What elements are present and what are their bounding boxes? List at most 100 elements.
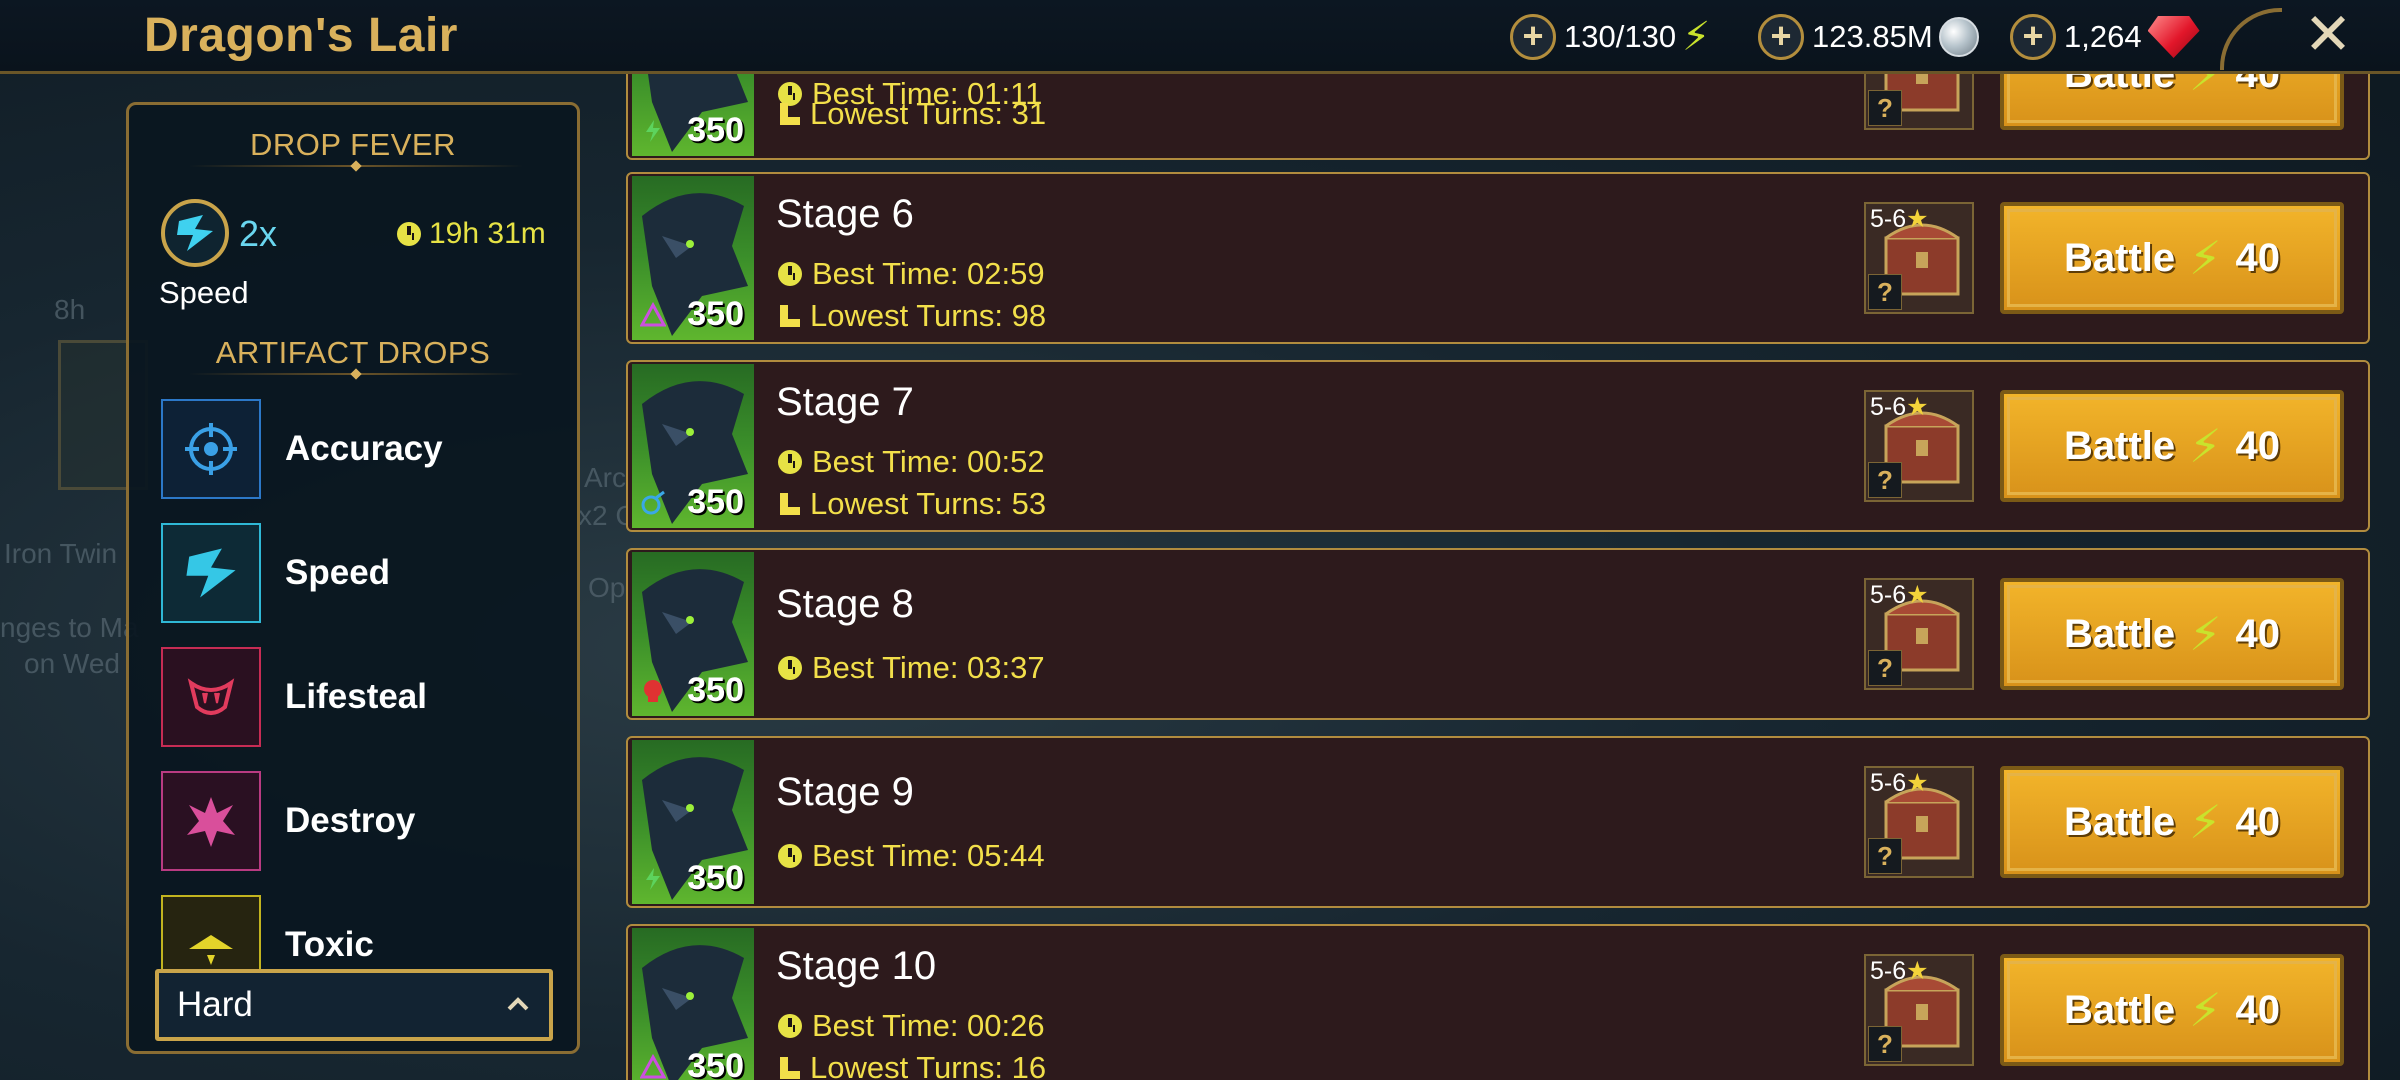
stage-row[interactable]: 350 Stage 6 Best Time: 02:59 Lowest Turn… [626, 172, 2370, 344]
stage-level: 350 [687, 671, 744, 709]
drop-fever-title: DROP FEVER [250, 127, 456, 162]
reward-chest[interactable]: 5-6★ ? [1864, 202, 1974, 314]
battle-button[interactable]: Battle ⚡ 40 [2000, 202, 2344, 314]
best-time-value: Best Time: 00:52 [812, 444, 1045, 479]
energy-value: 130/130 [1564, 19, 1677, 54]
top-bar: Dragon's Lair + 130/130 ⚡ + 123.85M + 1,… [0, 0, 2400, 74]
stage-title: Stage 10 [776, 944, 937, 988]
drop-item-destroy[interactable]: Destroy [161, 765, 561, 889]
energy-counter[interactable]: + 130/130 ⚡ [1510, 12, 1710, 62]
battle-label: Battle [2064, 611, 2176, 656]
stage-title: Stage 9 [776, 770, 914, 814]
unknown-drop-icon: ? [1868, 1026, 1902, 1062]
stage-row[interactable]: 350 Stage 10 Best Time: 00:26 Lowest Tur… [626, 924, 2370, 1080]
silver-counter[interactable]: + 123.85M [1758, 12, 1979, 62]
best-time: Best Time: 02:59 [778, 256, 1045, 292]
dragon-portrait: 350 [632, 928, 754, 1080]
reward-chest[interactable]: 5-6★ ? [1864, 390, 1974, 502]
reward-chest[interactable]: 5-6★ ? [1864, 578, 1974, 690]
reward-chest[interactable]: 5-6★ ? [1864, 954, 1974, 1066]
void-affinity-icon [640, 1054, 666, 1079]
unknown-drop-icon: ? [1868, 838, 1902, 874]
reward-stars: 5-6★ [1870, 769, 1929, 797]
fever-multiplier: 2x [239, 213, 278, 254]
lowest-turns-value: Lowest Turns: 31 [810, 96, 1047, 131]
energy-icon: ⚡ [2189, 984, 2222, 1036]
stage-level: 350 [687, 483, 744, 521]
stage-level: 350 [687, 1047, 744, 1080]
battle-button[interactable]: Battle ⚡ 40 [2000, 766, 2344, 878]
battle-button[interactable]: Battle ⚡ 40 [2000, 954, 2344, 1066]
gems-value: 1,264 [2064, 19, 2142, 54]
battle-label: Battle [2064, 235, 2176, 280]
force-affinity-icon [646, 120, 660, 142]
energy-icon: ⚡ [2189, 796, 2222, 848]
dragon-portrait: 350 [632, 74, 754, 156]
unknown-drop-icon: ? [1868, 462, 1902, 498]
speed-set-icon[interactable] [161, 199, 229, 267]
corner-ornament [2220, 8, 2282, 70]
artifact-drops-title: ARTIFACT DROPS [215, 335, 491, 370]
best-time: Best Time: 03:37 [778, 650, 1045, 686]
reward-stars: 5-6★ [1870, 581, 1929, 609]
drop-item-accuracy[interactable]: Accuracy [161, 393, 561, 517]
clock-icon [778, 262, 802, 286]
difficulty-value: Hard [177, 985, 253, 1024]
clock-icon [778, 450, 802, 474]
energy-icon: ⚡ [2189, 420, 2222, 472]
gems-counter[interactable]: + 1,264 [2010, 12, 2200, 62]
reward-chest[interactable]: 5-6★ ? [1864, 766, 1974, 878]
spirit-affinity-icon [644, 680, 662, 702]
battle-button[interactable]: Battle ⚡ 40 [2000, 74, 2344, 130]
background-location-label: Arc [584, 462, 626, 493]
battle-label: Battle [2064, 987, 2176, 1032]
stage-row[interactable]: 350 Stage 8 Best Time: 03:37 5-6★ ? Batt… [626, 548, 2370, 720]
add-silver-button[interactable]: + [1758, 14, 1804, 60]
reward-chest[interactable]: ? [1864, 74, 1974, 130]
drop-item-lifesteal[interactable]: Lifesteal [161, 641, 561, 765]
info-panel: DROP FEVER 2x 19h 31m Speed ARTIFACT DRO… [126, 102, 580, 1054]
stage-row[interactable]: 350 Stage 7 Best Time: 00:52 Lowest Turn… [626, 360, 2370, 532]
energy-icon: ⚡ [1682, 15, 1711, 59]
drop-label: Speed [285, 553, 391, 592]
silver-coin-icon [1938, 17, 1979, 57]
reward-stars: 5-6★ [1870, 957, 1929, 985]
clock-icon [778, 1014, 802, 1038]
lowest-turns-value: Lowest Turns: 53 [810, 486, 1047, 521]
force-affinity-icon [646, 868, 660, 890]
stage-title: Stage 6 [776, 192, 914, 236]
unknown-drop-icon: ? [1868, 274, 1902, 310]
difficulty-select[interactable]: Hard [155, 969, 553, 1041]
void-affinity-icon [640, 302, 666, 327]
stage-level: 350 [687, 111, 744, 149]
lowest-turns-value: Lowest Turns: 16 [810, 1050, 1047, 1080]
unknown-drop-icon: ? [1868, 650, 1902, 686]
stage-list[interactable]: 350 Best Time: 01:11 Lowest Turns: 31 ? … [626, 74, 2370, 1080]
accuracy-icon [161, 399, 261, 499]
drop-label: Toxic [285, 925, 374, 964]
lowest-turns: Lowest Turns: 31 [778, 96, 1046, 132]
add-gems-button[interactable]: + [2010, 14, 2056, 60]
artifact-drop-list[interactable]: Accuracy Speed Lifesteal Destroy Toxic [161, 393, 561, 1001]
energy-icon: ⚡ [2189, 232, 2222, 284]
clock-icon [778, 656, 802, 680]
unknown-drop-icon: ? [1868, 90, 1902, 126]
battle-button[interactable]: Battle ⚡ 40 [2000, 578, 2344, 690]
stage-title: Stage 8 [776, 582, 914, 626]
drop-label: Lifesteal [285, 677, 427, 716]
add-energy-button[interactable]: + [1510, 14, 1556, 60]
boot-icon [778, 103, 800, 125]
clock-icon [778, 844, 802, 868]
close-button[interactable]: ✕ [2298, 4, 2358, 66]
dragon-portrait: 350 [632, 176, 754, 340]
background-note: on Wed [24, 648, 120, 679]
best-time: Best Time: 00:52 [778, 444, 1045, 480]
energy-icon: ⚡ [2189, 74, 2222, 100]
battle-button[interactable]: Battle ⚡ 40 [2000, 390, 2344, 502]
lowest-turns: Lowest Turns: 16 [778, 1050, 1046, 1080]
drop-item-speed[interactable]: Speed [161, 517, 561, 641]
stage-row[interactable]: 350 Stage 9 Best Time: 05:44 5-6★ ? Batt… [626, 736, 2370, 908]
chevron-up-icon [507, 997, 529, 1011]
battle-label: Battle [2064, 423, 2176, 468]
stage-row[interactable]: 350 Best Time: 01:11 Lowest Turns: 31 ? … [626, 74, 2370, 160]
